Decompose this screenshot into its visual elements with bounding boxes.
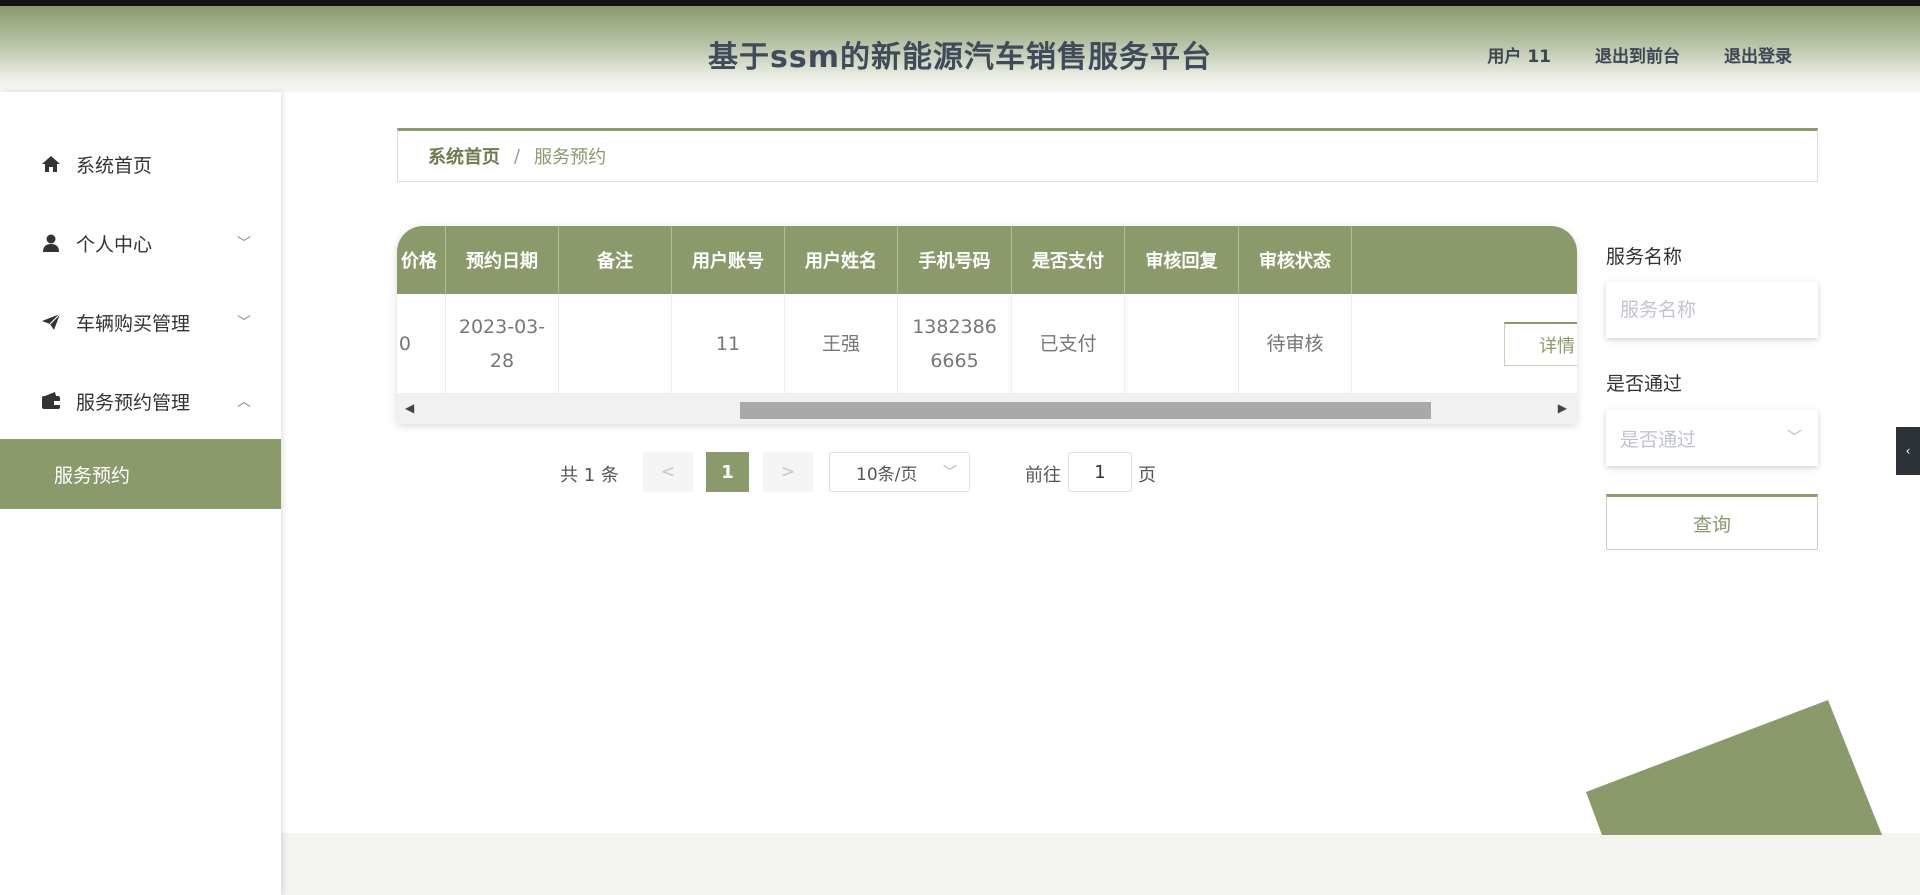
cell-price: 0 — [397, 294, 446, 393]
goto-page-input[interactable] — [1068, 452, 1132, 492]
sidebar-subitem-service-booking[interactable]: 服务预约 — [0, 439, 281, 509]
page-unit-label: 页 — [1138, 465, 1156, 486]
scrollbar-thumb[interactable] — [740, 402, 1431, 419]
column-header-status: 审核状态 — [1239, 226, 1352, 294]
sidebar-item-label: 系统首页 — [76, 154, 153, 177]
next-page-button[interactable]: > — [763, 452, 813, 492]
column-header-phone: 手机号码 — [898, 226, 1012, 294]
pass-status-placeholder: 是否通过 — [1620, 428, 1697, 451]
footer-band — [281, 833, 1920, 895]
prev-page-button[interactable]: < — [643, 452, 693, 492]
sidebar-item-label: 个人中心 — [76, 233, 153, 256]
cell-date: 2023-03-28 — [446, 294, 559, 393]
send-icon — [40, 311, 62, 333]
breadcrumb: 系统首页 / 服务预约 — [397, 128, 1818, 182]
column-header-name: 用户姓名 — [785, 226, 898, 294]
collapse-handle-icon[interactable]: ‹ — [1896, 427, 1920, 475]
cell-phone: 13823866665 — [898, 294, 1012, 393]
cell-name: 王强 — [785, 294, 898, 393]
column-header-account: 用户账号 — [672, 226, 785, 294]
column-header-action: 操作 — [1352, 226, 1577, 294]
sidebar-item-personal[interactable]: 个人中心 ﹀ — [0, 213, 281, 273]
page-number-button[interactable]: 1 — [706, 452, 749, 492]
goto-label: 前往 — [1025, 465, 1061, 486]
page-size-value: 10条/页 — [856, 464, 918, 485]
column-header-price: 价格 — [397, 226, 446, 294]
breadcrumb-separator: / — [514, 145, 521, 167]
breadcrumb-home[interactable]: 系统首页 — [428, 143, 500, 169]
header: 基于ssm的新能源汽车销售服务平台 用户 11 退出到前台 退出登录 — [0, 6, 1920, 92]
column-header-reply: 审核回复 — [1125, 226, 1239, 294]
sidebar-item-vehicle-purchase[interactable]: 车辆购买管理 ﹀ — [0, 292, 281, 352]
horizontal-scrollbar[interactable]: ◀ ▶ — [397, 394, 1577, 424]
cell-paid: 已支付 — [1012, 294, 1125, 393]
header-nav: 用户 11 退出到前台 退出登录 — [1487, 42, 1792, 67]
breadcrumb-current: 服务预约 — [534, 147, 607, 168]
scroll-right-arrow-icon[interactable]: ▶ — [1558, 401, 1567, 415]
cell-account: 11 — [672, 294, 785, 393]
sidebar-item-label: 服务预约管理 — [76, 391, 191, 414]
chevron-up-icon: ︿ — [237, 394, 251, 410]
service-name-label: 服务名称 — [1606, 246, 1683, 268]
logout-link[interactable]: 退出登录 — [1724, 42, 1792, 67]
pass-status-label: 是否通过 — [1606, 373, 1683, 395]
pagination-total: 共 1 条 — [560, 465, 619, 486]
detail-button[interactable]: 详情 — [1504, 322, 1577, 366]
page-size-select[interactable]: 10条/页 ﹀ — [829, 452, 970, 492]
data-table: 价格 预约日期 备注 用户账号 用户姓名 手机号码 是否支付 审核回复 审核状态… — [397, 226, 1577, 424]
search-button[interactable]: 查询 — [1606, 494, 1818, 550]
sidebar-item-label: 车辆购买管理 — [76, 312, 191, 335]
cell-status: 待审核 — [1239, 294, 1352, 393]
service-name-input[interactable] — [1606, 282, 1818, 338]
cell-reply — [1125, 294, 1239, 393]
scroll-left-arrow-icon[interactable]: ◀ — [405, 401, 414, 415]
user-icon — [40, 232, 62, 254]
chevron-down-icon: ﹀ — [1786, 428, 1802, 446]
exit-to-front-link[interactable]: 退出到前台 — [1595, 42, 1680, 67]
column-header-remark: 备注 — [559, 226, 672, 294]
chevron-down-icon: ﹀ — [237, 315, 251, 331]
sidebar-item-home[interactable]: 系统首页 — [0, 134, 281, 194]
home-icon — [40, 153, 62, 175]
wallet-icon — [40, 390, 62, 412]
pass-status-select[interactable]: 是否通过 ﹀ — [1606, 410, 1818, 466]
sidebar: 系统首页 个人中心 ﹀ 车辆购买管理 ﹀ 服务预约管理 ︿ 服务预约 — [0, 92, 281, 895]
table-header: 价格 预约日期 备注 用户账号 用户姓名 手机号码 是否支付 审核回复 审核状态… — [397, 226, 1577, 294]
decorative-shape — [1586, 700, 1882, 835]
cell-remark — [559, 294, 672, 393]
sidebar-subitem-label: 服务预约 — [54, 464, 131, 487]
user-name-link[interactable]: 用户 11 — [1487, 42, 1551, 67]
column-header-date: 预约日期 — [446, 226, 559, 294]
chevron-down-icon: ﹀ — [237, 236, 251, 252]
table-row: 0 2023-03-28 11 王强 13823866665 已支付 待审核 详… — [397, 294, 1577, 394]
chevron-down-icon: ﹀ — [943, 465, 957, 481]
column-header-paid: 是否支付 — [1012, 226, 1125, 294]
sidebar-item-service-booking[interactable]: 服务预约管理 ︿ — [0, 371, 281, 431]
